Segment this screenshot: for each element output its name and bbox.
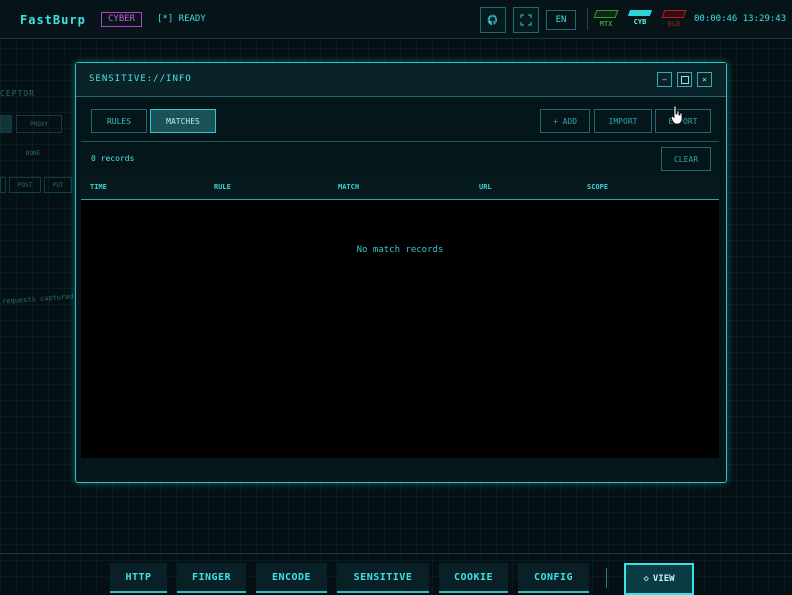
theme-cyb-button[interactable]: CYB: [627, 10, 653, 26]
export-button[interactable]: EXPORT: [655, 109, 711, 133]
clock: 00:00:46 13:29:43: [694, 14, 787, 24]
dock-encode[interactable]: ENCODE: [256, 563, 327, 593]
theme-mtx-button[interactable]: MTX: [593, 10, 619, 28]
dock-http[interactable]: HTTP: [110, 563, 167, 593]
bg-chip-post: POST: [9, 177, 41, 193]
close-icon: ✕: [702, 75, 707, 84]
app-name: FastBurp: [20, 13, 86, 27]
dock-config[interactable]: CONFIG: [518, 563, 589, 593]
panel-title: CEPTOR: [0, 89, 35, 98]
fullscreen-button[interactable]: [513, 7, 539, 33]
interceptor-panel-background: CEPTOR PROXY DONE POST PUT requests capt…: [0, 80, 78, 420]
bg-toggle: [0, 115, 12, 133]
dock-separator: [606, 568, 607, 588]
diamond-icon: ◇: [643, 574, 649, 584]
tab-rules[interactable]: RULES: [91, 109, 147, 133]
fullscreen-icon: [520, 14, 532, 26]
bg-empty-text: requests captured: [1, 292, 74, 306]
mode-badge: CYBER: [101, 12, 143, 27]
bg-chip-proxy: PROXY: [16, 115, 62, 133]
status-text: [*] READY: [157, 14, 206, 24]
sensitive-info-modal: SENSITIVE://INFO — ✕ RULES MATCHES + ADD…: [75, 62, 727, 483]
close-button[interactable]: ✕: [697, 72, 712, 87]
records-count: 0 records: [91, 154, 135, 163]
dock-finger[interactable]: FINGER: [177, 563, 246, 593]
column-header-time[interactable]: TIME: [90, 183, 107, 191]
language-button[interactable]: EN: [546, 10, 576, 30]
bg-chip-done: DONE: [25, 149, 41, 157]
dock-divider: [0, 553, 792, 554]
bg-chip-stub: [0, 177, 6, 193]
clear-button[interactable]: CLEAR: [661, 147, 711, 171]
modal-header: SENSITIVE://INFO — ✕: [76, 63, 726, 97]
table-header: TIME RULE MATCH URL SCOPE: [81, 175, 719, 200]
table-body: No match records: [81, 200, 719, 458]
hand-cursor-icon: [671, 105, 683, 125]
theme-label: MTX: [599, 20, 613, 28]
tab-matches[interactable]: MATCHES: [150, 109, 216, 133]
maximize-button[interactable]: [677, 72, 692, 87]
github-button[interactable]: [480, 7, 506, 33]
column-header-url[interactable]: URL: [479, 183, 492, 191]
theme-label: BLD: [667, 20, 681, 28]
dock-sensitive[interactable]: SENSITIVE: [337, 563, 429, 593]
minimize-icon: —: [662, 75, 667, 84]
topbar-divider: [587, 8, 588, 30]
bg-chip-put: PUT: [44, 177, 72, 193]
column-header-scope[interactable]: SCOPE: [587, 183, 608, 191]
github-icon: [487, 14, 497, 26]
view-button[interactable]: ◇ VIEW: [624, 563, 694, 595]
add-button[interactable]: + ADD: [540, 109, 590, 133]
top-bar: FastBurp CYBER [*] READY EN MTX CYB BLD …: [0, 0, 792, 39]
minimize-button[interactable]: —: [657, 72, 672, 87]
toolbar-divider: [81, 141, 719, 142]
empty-state-message: No match records: [356, 245, 444, 255]
theme-label: CYB: [633, 18, 647, 26]
column-header-rule[interactable]: RULE: [214, 183, 231, 191]
modal-title: SENSITIVE://INFO: [89, 74, 192, 84]
column-header-match[interactable]: MATCH: [338, 183, 359, 191]
theme-bld-button[interactable]: BLD: [661, 10, 687, 28]
maximize-icon: [680, 75, 689, 84]
import-button[interactable]: IMPORT: [594, 109, 652, 133]
dock-cookie[interactable]: COOKIE: [439, 563, 508, 593]
view-label: VIEW: [652, 574, 675, 584]
